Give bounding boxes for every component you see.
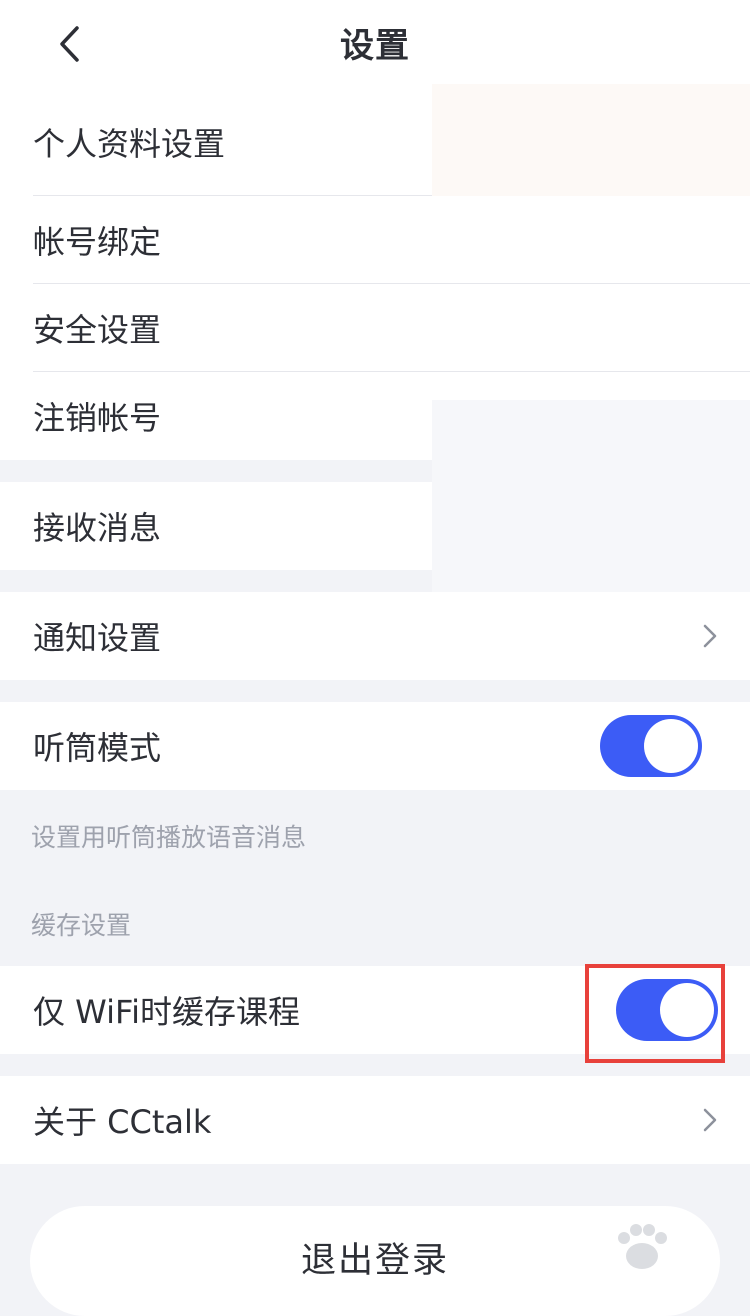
chevron-right-icon bbox=[703, 1108, 717, 1132]
settings-item-label: 关于 CCtalk bbox=[33, 1103, 212, 1141]
toggle-knob bbox=[644, 719, 698, 773]
settings-item-label: 安全设置 bbox=[33, 311, 162, 349]
page-title: 设置 bbox=[340, 26, 410, 66]
settings-item-label: 仅 WiFi时缓存课程 bbox=[33, 993, 300, 1031]
settings-item-earpiece-mode: 听筒模式 bbox=[0, 702, 750, 790]
nav-bar: 设置 bbox=[0, 0, 750, 88]
settings-item-label: 通知设置 bbox=[33, 619, 162, 657]
settings-item-label: 注销帐号 bbox=[33, 399, 162, 437]
section-header-cache: 缓存设置 bbox=[31, 911, 132, 940]
settings-item-about[interactable]: 关于 CCtalk bbox=[0, 1076, 750, 1164]
logout-button-label: 退出登录 bbox=[300, 1241, 449, 1281]
watermark-paw-icon bbox=[618, 1224, 667, 1269]
settings-item-label: 个人资料设置 bbox=[33, 125, 226, 163]
earpiece-mode-toggle[interactable] bbox=[600, 715, 702, 777]
settings-item-notifications[interactable]: 通知设置 bbox=[0, 592, 750, 680]
blurred-region bbox=[432, 400, 750, 600]
earpiece-mode-hint: 设置用听筒播放语音消息 bbox=[31, 823, 307, 852]
settings-item-label: 帐号绑定 bbox=[33, 223, 162, 261]
settings-item-account-binding[interactable]: 帐号绑定 bbox=[0, 196, 750, 284]
settings-item-label: 接收消息 bbox=[33, 509, 162, 547]
highlight-box bbox=[585, 964, 725, 1063]
chevron-right-icon bbox=[703, 624, 717, 648]
settings-item-label: 听筒模式 bbox=[33, 729, 162, 767]
blurred-region bbox=[432, 84, 750, 198]
settings-item-security[interactable]: 安全设置 bbox=[0, 284, 750, 372]
